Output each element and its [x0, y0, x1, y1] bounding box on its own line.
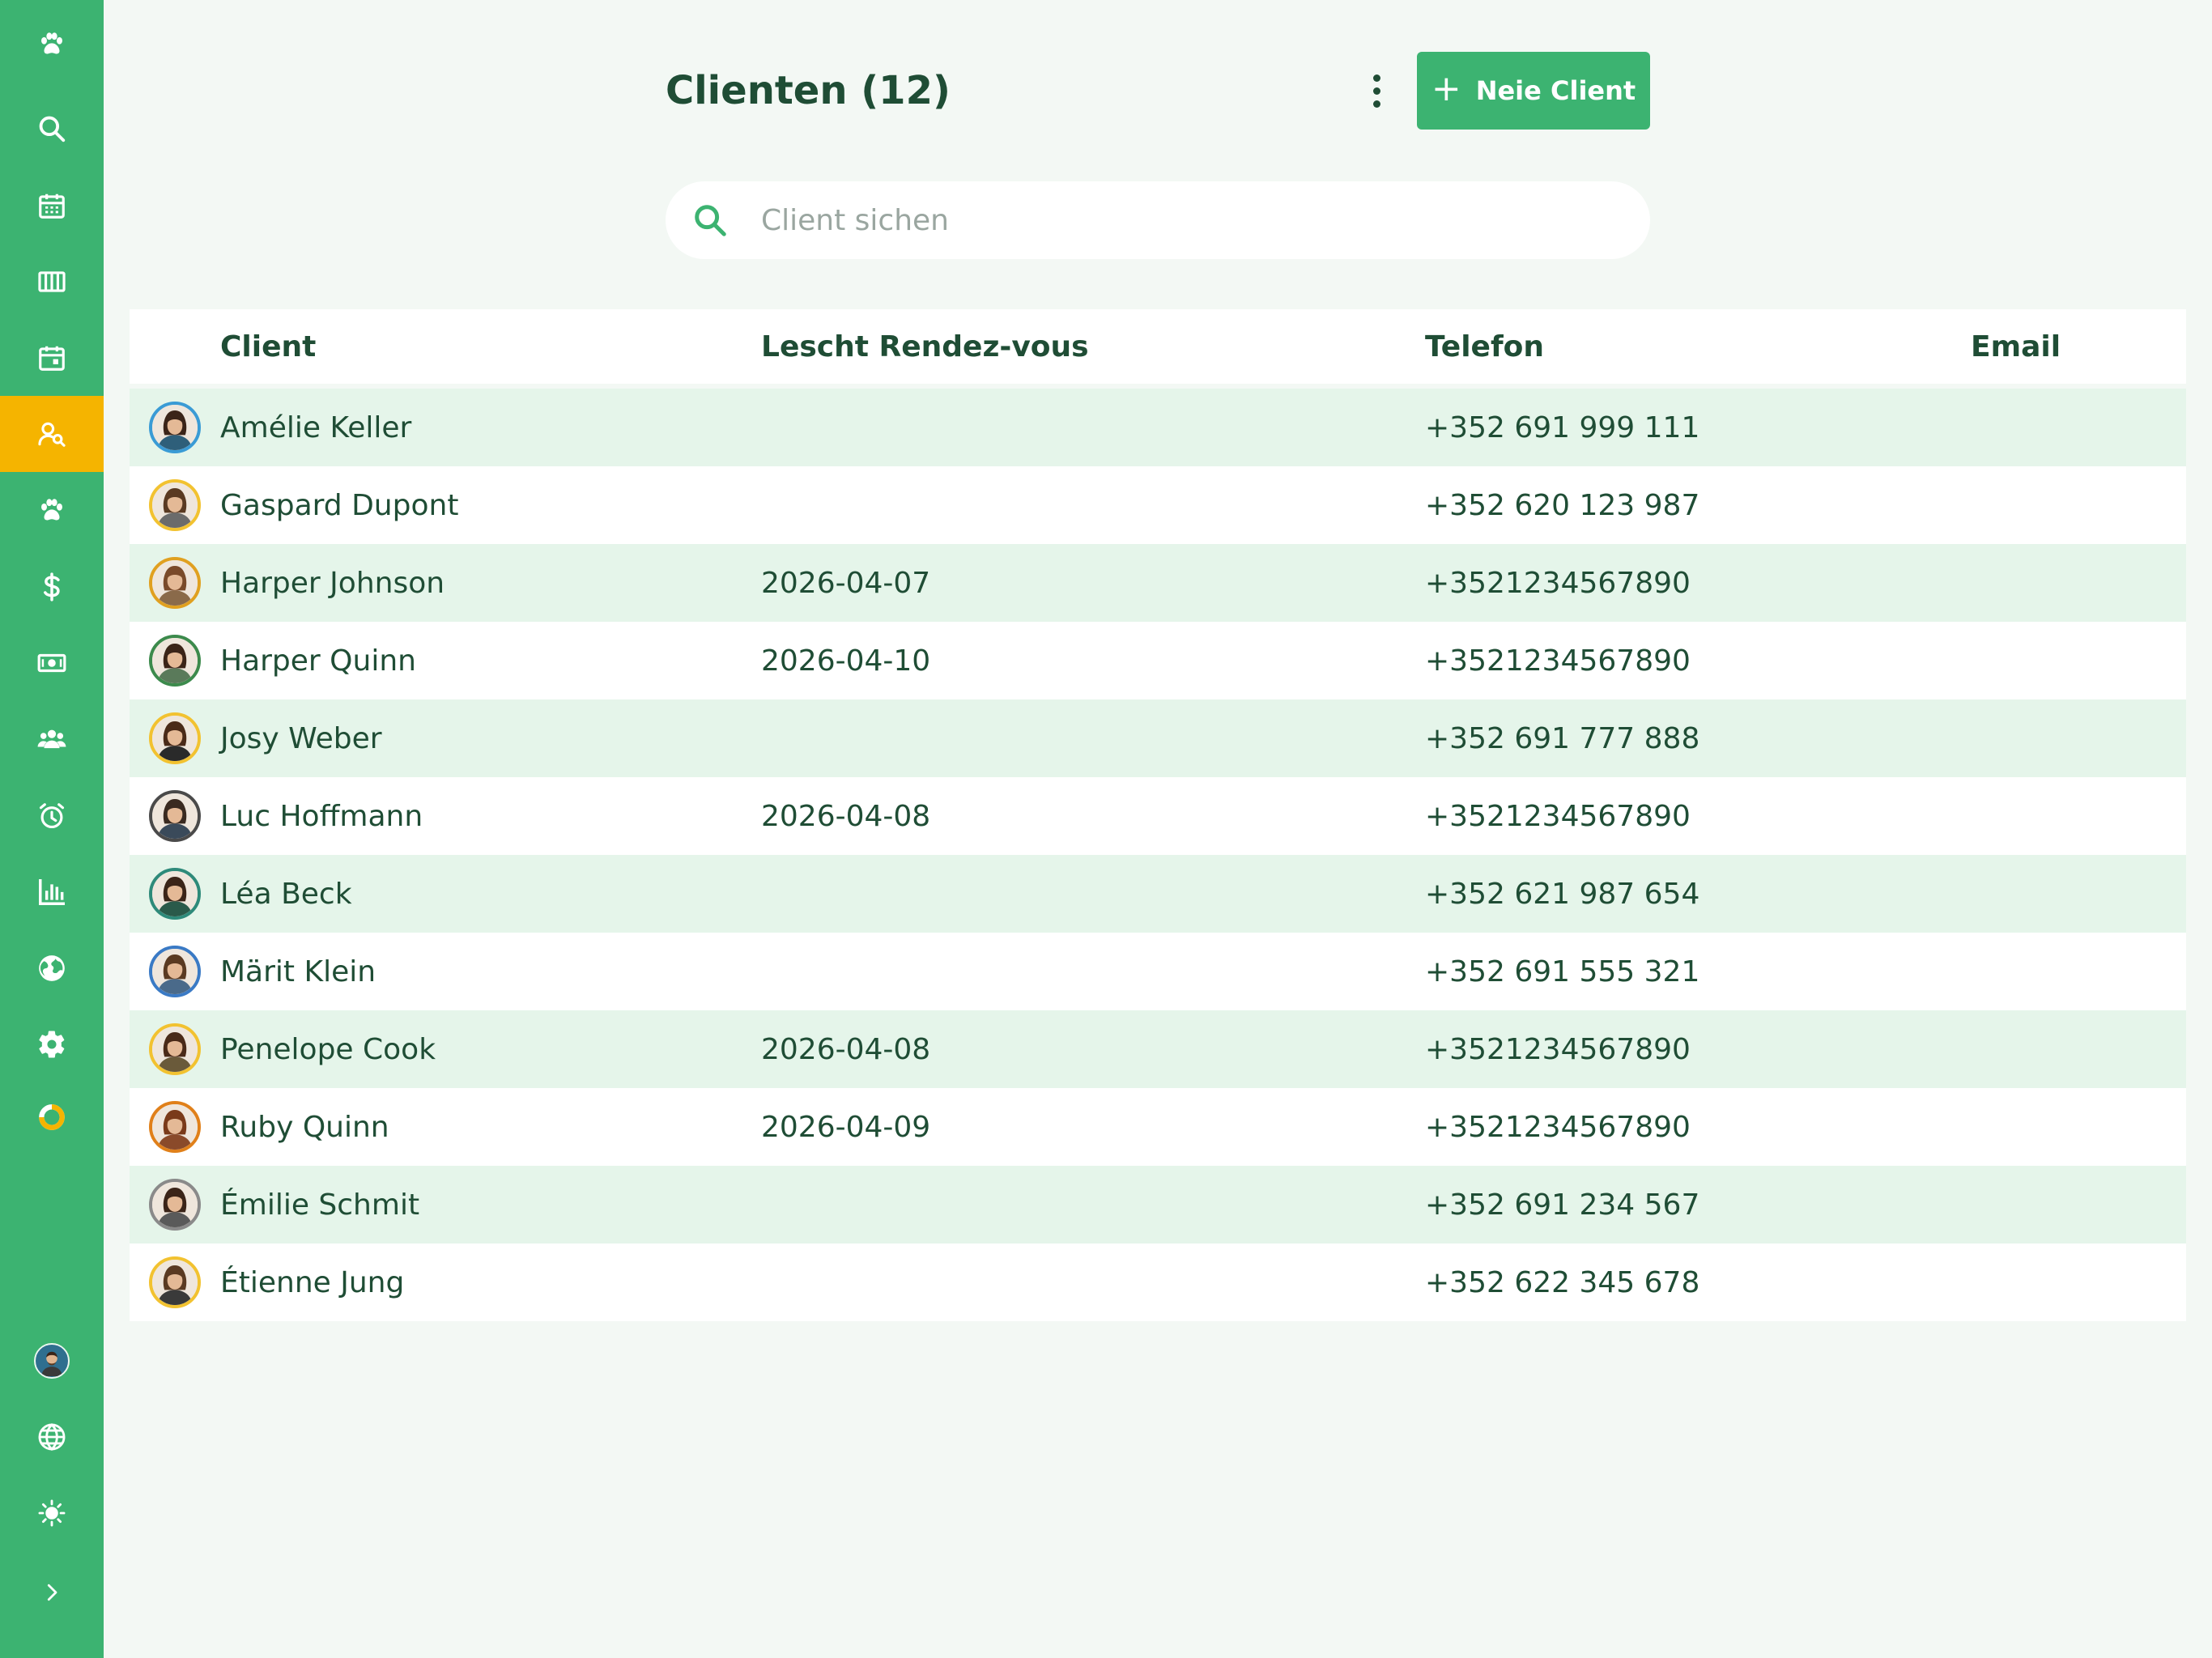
client-avatar — [149, 1101, 201, 1153]
client-phone: +352 691 555 321 — [1425, 954, 1700, 988]
app-logo-paw-icon[interactable] — [0, 6, 104, 83]
last-appointment: 2026-04-09 — [761, 1110, 931, 1144]
donut-progress-icon[interactable] — [0, 1079, 104, 1155]
client-phone: +352 622 345 678 — [1425, 1265, 1700, 1299]
client-name: Harper Quinn — [220, 644, 416, 678]
language-icon[interactable] — [0, 1399, 104, 1475]
client-phone: +352 691 234 567 — [1425, 1188, 1700, 1222]
client-name: Penelope Cook — [220, 1032, 436, 1066]
columns-icon[interactable] — [0, 244, 104, 320]
client-name: Josy Weber — [220, 721, 382, 755]
table-row[interactable]: Josy Weber +352 691 777 888 — [130, 699, 2186, 777]
settings-icon[interactable] — [0, 1006, 104, 1082]
page-title: Clienten (12) — [666, 68, 951, 113]
client-phone: +3521234567890 — [1425, 799, 1691, 833]
search-icon[interactable] — [0, 91, 104, 167]
client-name: Harper Johnson — [220, 566, 445, 600]
table-row[interactable]: Märit Klein +352 691 555 321 — [130, 933, 2186, 1010]
table-row[interactable]: Léa Beck +352 621 987 654 — [130, 855, 2186, 933]
column-header-last-appointment[interactable]: Lescht Rendez-vous — [761, 330, 1425, 363]
table-row[interactable]: Gaspard Dupont +352 620 123 987 — [130, 466, 2186, 544]
client-phone: +352 691 999 111 — [1425, 410, 1700, 444]
bar-chart-icon[interactable] — [0, 854, 104, 930]
client-name: Gaspard Dupont — [220, 488, 459, 522]
new-client-label: Neie Client — [1475, 75, 1636, 106]
client-name: Ruby Quinn — [220, 1110, 389, 1144]
client-phone: +3521234567890 — [1425, 644, 1691, 678]
clients-table: Client Lescht Rendez-vous Telefon Email … — [130, 309, 2186, 1321]
calendar-icon[interactable] — [0, 168, 104, 244]
last-appointment: 2026-04-08 — [761, 1032, 931, 1066]
client-avatar — [149, 402, 201, 453]
client-name: Märit Klein — [220, 954, 376, 988]
client-phone: +352 621 987 654 — [1425, 877, 1700, 911]
client-avatar — [149, 557, 201, 609]
team-icon[interactable] — [0, 701, 104, 777]
column-header-client[interactable]: Client — [220, 330, 761, 363]
client-avatar — [149, 946, 201, 997]
last-appointment: 2026-04-10 — [761, 644, 931, 678]
chevron-right-icon[interactable] — [0, 1554, 104, 1630]
last-appointment: 2026-04-07 — [761, 566, 931, 600]
client-name: Luc Hoffmann — [220, 799, 423, 833]
globe-icon[interactable] — [0, 930, 104, 1006]
client-search-input[interactable] — [759, 202, 1572, 238]
client-avatar — [149, 790, 201, 842]
client-phone: +3521234567890 — [1425, 1110, 1691, 1144]
table-row[interactable]: Harper Johnson 2026-04-07 +3521234567890 — [130, 544, 2186, 622]
client-avatar — [149, 1023, 201, 1075]
last-appointment: 2026-04-08 — [761, 799, 931, 833]
client-phone: +3521234567890 — [1425, 1032, 1691, 1066]
table-row[interactable]: Harper Quinn 2026-04-10 +3521234567890 — [130, 622, 2186, 699]
alarm-icon[interactable] — [0, 778, 104, 854]
banknote-icon[interactable] — [0, 625, 104, 701]
client-search-icon[interactable] — [0, 396, 104, 472]
client-avatar — [149, 635, 201, 687]
table-row[interactable]: Ruby Quinn 2026-04-09 +3521234567890 — [130, 1088, 2186, 1166]
table-row[interactable]: Étienne Jung +352 622 345 678 — [130, 1244, 2186, 1321]
client-avatar — [149, 1179, 201, 1231]
table-row[interactable]: Luc Hoffmann 2026-04-08 +3521234567890 — [130, 777, 2186, 855]
table-body: Amélie Keller +352 691 999 111 Gaspard Dup… — [130, 389, 2186, 1321]
client-name: Léa Beck — [220, 877, 352, 911]
search-box[interactable] — [666, 181, 1650, 259]
plus-icon: + — [1431, 68, 1461, 109]
client-name: Étienne Jung — [220, 1265, 405, 1299]
client-phone: +352 691 777 888 — [1425, 721, 1700, 755]
table-row[interactable]: Amélie Keller +352 691 999 111 — [130, 389, 2186, 466]
new-client-button[interactable]: + Neie Client — [1417, 52, 1650, 130]
paw-icon[interactable] — [0, 473, 104, 549]
theme-sun-icon[interactable] — [0, 1475, 104, 1551]
calendar-day-icon[interactable] — [0, 320, 104, 396]
search-icon — [695, 205, 726, 236]
column-header-email[interactable]: Email — [1971, 330, 2186, 363]
client-name: Amélie Keller — [220, 410, 412, 444]
dollar-icon[interactable] — [0, 549, 104, 625]
client-avatar — [149, 1256, 201, 1308]
client-avatar — [149, 479, 201, 531]
more-options-button[interactable] — [1360, 71, 1393, 110]
client-phone: +3521234567890 — [1425, 566, 1691, 600]
table-header: Client Lescht Rendez-vous Telefon Email — [130, 309, 2186, 389]
column-header-phone[interactable]: Telefon — [1425, 330, 1971, 363]
sidebar — [0, 0, 104, 1658]
user-avatar[interactable] — [0, 1323, 104, 1399]
client-avatar — [149, 868, 201, 920]
client-name: Émilie Schmit — [220, 1188, 420, 1222]
table-row[interactable]: Penelope Cook 2026-04-08 +3521234567890 — [130, 1010, 2186, 1088]
client-avatar — [149, 712, 201, 764]
more-vertical-icon — [1372, 74, 1380, 82]
table-row[interactable]: Émilie Schmit +352 691 234 567 — [130, 1166, 2186, 1244]
client-phone: +352 620 123 987 — [1425, 488, 1700, 522]
